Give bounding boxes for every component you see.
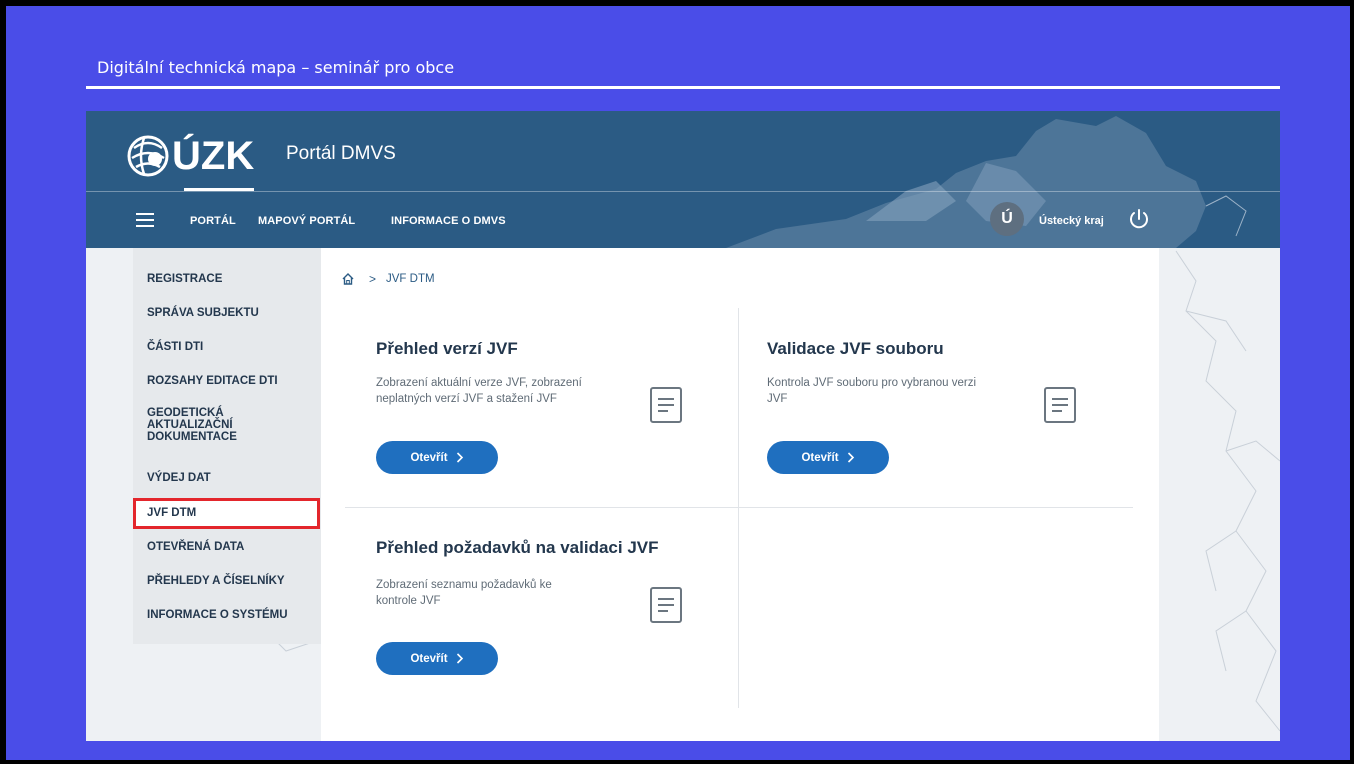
sidebar-item-casti-dti[interactable]: ČÁSTI DTI [147, 341, 203, 353]
portal-screenshot: ÚZK Portál DMVS PORTÁL MAPOVÝ PORTÁL INF… [86, 111, 1280, 741]
card-description-prehled-verzi: Zobrazení aktuální verze JVF, zobrazení … [376, 377, 582, 405]
sidebar-item-registrace[interactable]: REGISTRACE [147, 273, 222, 285]
card-description-prehled-pozadavku: Zobrazení seznamu požadavků ke kontrole … [376, 579, 552, 607]
chevron-right-icon [456, 452, 463, 463]
nav-dmvs-info[interactable]: INFORMACE O DMVS [391, 215, 506, 227]
breadcrumb-current: JVF DTM [386, 273, 435, 285]
slide-title: Digitální technická mapa – seminář pro o… [97, 58, 455, 77]
power-icon[interactable] [1128, 208, 1150, 230]
user-avatar[interactable]: Ú [990, 202, 1024, 236]
card-title-prehled-verzi: Přehled verzí JVF [376, 339, 518, 358]
nav-portal[interactable]: PORTÁL [190, 215, 236, 227]
document-icon [650, 587, 682, 623]
sidebar-item-jvf-dtm[interactable]: JVF DTM [133, 498, 320, 529]
grid-vertical-divider [738, 308, 739, 708]
sidebar-item-vydej-dat[interactable]: VÝDEJ DAT [147, 472, 211, 484]
frame-right [1350, 0, 1354, 764]
open-button-label: Otevřít [410, 451, 448, 464]
chevron-right-icon [847, 452, 854, 463]
header-divider [86, 191, 1280, 192]
open-button-prehled-verzi[interactable]: Otevřít [376, 441, 498, 474]
card-description-validace: Kontrola JVF souboru pro vybranou verzi … [767, 377, 977, 405]
nav-map-portal[interactable]: MAPOVÝ PORTÁL [258, 215, 355, 227]
open-button-prehled-pozadavku[interactable]: Otevřít [376, 642, 498, 675]
home-icon[interactable] [341, 272, 355, 286]
user-region-label[interactable]: Ústecký kraj [1039, 215, 1104, 227]
chevron-right-icon [456, 653, 463, 664]
open-button-label: Otevřít [801, 451, 839, 464]
card-title-validace: Validace JVF souboru [767, 339, 944, 358]
frame-bottom [0, 760, 1354, 764]
sidebar-item-otevrena-data[interactable]: OTEVŘENÁ DATA [147, 541, 244, 553]
grid-horizontal-divider [345, 507, 1133, 508]
portal-name: Portál DMVS [286, 143, 396, 164]
open-button-validace[interactable]: Otevřít [767, 441, 889, 474]
sidebar-item-label: JVF DTM [147, 507, 197, 519]
card-title-prehled-pozadavku: Přehled požadavků na validaci JVF [376, 538, 659, 557]
sidebar-item-informace-system[interactable]: INFORMACE O SYSTÉMU [147, 609, 288, 621]
frame-top [0, 0, 1354, 6]
hamburger-menu-icon[interactable] [136, 213, 154, 227]
document-icon [1044, 387, 1076, 423]
main-content: > JVF DTM Přehled verzí JVF Zobrazení ak… [321, 248, 1159, 741]
slide-divider [86, 86, 1280, 89]
header-map-decoration [726, 116, 1247, 248]
open-button-label: Otevřít [410, 652, 448, 665]
breadcrumb-chevron-icon: > [369, 272, 377, 286]
portal-header: ÚZK Portál DMVS PORTÁL MAPOVÝ PORTÁL INF… [86, 111, 1280, 248]
breadcrumb: > JVF DTM [341, 272, 435, 286]
logo-text: ÚZK [172, 133, 255, 178]
cuzk-logo[interactable]: ÚZK [126, 129, 254, 183]
frame-left [0, 0, 6, 764]
document-icon [650, 387, 682, 423]
sidebar-item-sprava-subjektu[interactable]: SPRÁVA SUBJEKTU [147, 307, 259, 319]
sidebar-item-prehledy-ciselniky[interactable]: PŘEHLEDY A ČÍSELNÍKY [147, 575, 285, 587]
globe-logo-icon [127, 135, 169, 177]
sidebar-item-geodeticka-dokumentace[interactable]: GEODETICKÁ AKTUALIZAČNÍ DOKUMENTACE [147, 407, 257, 443]
sidebar-item-rozsahy-editace[interactable]: ROZSAHY EDITACE DTI [147, 375, 278, 387]
nav-active-indicator [184, 188, 254, 191]
sidebar: REGISTRACE SPRÁVA SUBJEKTU ČÁSTI DTI ROZ… [133, 248, 321, 644]
